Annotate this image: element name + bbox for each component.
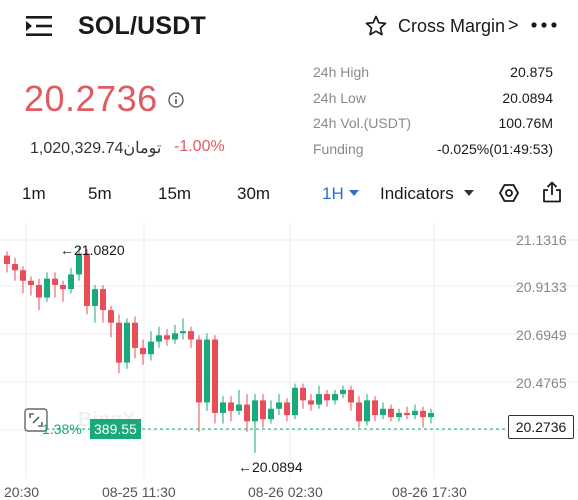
candle-body: [148, 341, 154, 355]
high-marker: ←21.0820: [60, 242, 125, 258]
y-tick-label: 20.6949: [516, 327, 567, 343]
y-tick-label: 20.9133: [516, 279, 567, 295]
stat-label-low: 24h Low: [313, 90, 366, 106]
candle-body: [308, 400, 314, 405]
candle-body: [428, 412, 434, 418]
y-tick-label: 21.1316: [516, 232, 567, 248]
candle-body: [140, 347, 146, 355]
chevron-down-icon[interactable]: [348, 189, 360, 197]
position-value-badge[interactable]: 389.55: [90, 419, 141, 439]
candle-body: [300, 387, 306, 401]
candle-body: [324, 394, 330, 401]
x-tick-label: 20:30: [4, 484, 39, 500]
candle-body: [36, 284, 42, 298]
candle-body: [204, 339, 210, 403]
candle-body: [68, 274, 74, 290]
candle-body: [268, 408, 274, 420]
candle-body: [332, 394, 338, 401]
candle-body: [292, 387, 298, 416]
stat-label-high: 24h High: [313, 64, 370, 80]
candle-body: [188, 331, 194, 340]
candle-body: [420, 410, 426, 418]
candle-body: [124, 322, 130, 363]
stat-value-volume: 100.76M: [498, 115, 553, 131]
candle-body: [284, 402, 290, 416]
chevron-right-icon[interactable]: >: [508, 15, 519, 36]
candle-body: [156, 335, 162, 342]
candle-body: [44, 278, 50, 298]
candle-body: [60, 284, 66, 290]
candle-body: [132, 322, 138, 348]
tab-15m[interactable]: 15m: [158, 184, 191, 204]
candle-body: [28, 280, 34, 285]
candle-body: [404, 412, 410, 416]
info-icon[interactable]: [168, 92, 184, 108]
candle-body: [244, 404, 250, 422]
candle-body: [20, 270, 26, 281]
x-tick-label: 08-26 17:30: [392, 484, 467, 500]
margin-mode-button[interactable]: Cross Margin: [398, 16, 505, 37]
chart-settings-icon[interactable]: [499, 183, 519, 203]
y-tick-label: 20.4765: [516, 375, 567, 391]
candle-body: [196, 339, 202, 403]
candle-body: [108, 310, 114, 323]
candle-body: [356, 402, 362, 422]
candle-body: [172, 333, 178, 340]
candle-body: [412, 410, 418, 416]
candle-body: [364, 400, 370, 422]
tab-1h[interactable]: 1H: [322, 184, 344, 204]
candle-body: [116, 322, 122, 363]
candle-body: [260, 400, 266, 420]
candle-body: [212, 339, 218, 413]
candle-body: [236, 404, 242, 411]
indicators-chevron-down-icon[interactable]: [463, 189, 475, 197]
candle-body: [340, 389, 346, 395]
candle-body: [372, 400, 378, 416]
candle-body: [228, 402, 234, 411]
stat-value-high: 20.875: [510, 64, 553, 80]
last-price: 20.2736: [24, 78, 158, 119]
candle-body: [276, 402, 282, 409]
stat-label-volume: 24h Vol.(USDT): [313, 115, 412, 131]
candle-body: [84, 253, 90, 306]
stat-value-low: 20.0894: [502, 90, 553, 106]
low-marker: ←20.0894: [238, 459, 303, 475]
indicators-button[interactable]: Indicators: [380, 184, 454, 204]
tab-1m[interactable]: 1m: [22, 184, 46, 204]
price-change-pct: -1.00%: [174, 138, 225, 155]
stat-value-funding: -0.025%(01:49:53): [437, 141, 553, 157]
fiat-price: 1,020,329.74تومان: [30, 140, 162, 157]
x-tick-label: 08-25 11:30: [102, 484, 176, 500]
candle-body: [316, 394, 322, 405]
tab-30m[interactable]: 30m: [237, 184, 270, 204]
x-tick-label: 08-26 02:30: [248, 484, 323, 500]
current-price-tag: 20.2736: [508, 415, 574, 439]
more-options-icon[interactable]: [530, 15, 558, 35]
trading-pair-title[interactable]: SOL/USDT: [78, 12, 206, 41]
candle-body: [12, 263, 18, 271]
stat-label-funding: Funding: [313, 141, 364, 157]
share-icon[interactable]: [542, 181, 562, 203]
candle-body: [252, 400, 258, 422]
tab-5m[interactable]: 5m: [88, 184, 112, 204]
candle-body: [164, 335, 170, 340]
candle-body: [92, 289, 98, 306]
candle-body: [396, 412, 402, 418]
menu-collapse-icon[interactable]: [26, 14, 52, 38]
candle-body: [52, 278, 58, 285]
candle-body: [4, 255, 10, 264]
candle-body: [380, 408, 386, 416]
position-pnl-pct[interactable]: 1.38%: [42, 421, 82, 437]
candlestick-chart[interactable]: BingX 21.1316 20.9133 20.6949 20.4765 20…: [0, 222, 578, 500]
candle-body: [100, 289, 106, 311]
candle-body: [180, 331, 186, 334]
candle-body: [348, 389, 354, 403]
favorite-star-icon[interactable]: [364, 14, 388, 38]
candle-body: [220, 402, 226, 413]
candle-body: [388, 408, 394, 418]
